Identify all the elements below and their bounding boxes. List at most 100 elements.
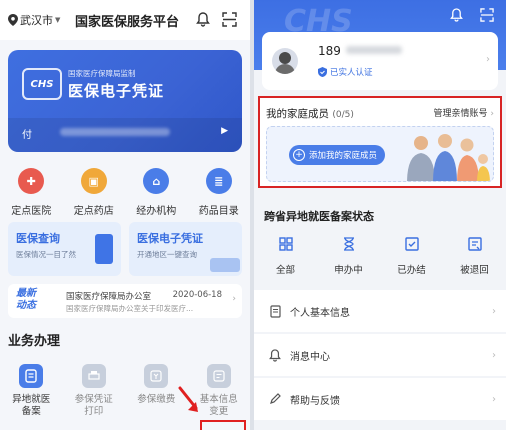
service-label-line: 基本信息 <box>199 394 238 405</box>
add-family-label: 添加我的家庭成员 <box>309 151 378 161</box>
status-label: 被退回 <box>460 265 489 276</box>
service-label-line: 备案 <box>21 406 41 417</box>
status-returned[interactable]: 被退回 <box>447 234 503 276</box>
scan-icon[interactable] <box>480 8 494 22</box>
phone-blurred <box>346 46 402 54</box>
pharmacy-icon: ▣ <box>80 168 107 194</box>
filing-icon <box>19 364 44 388</box>
hospital-icon: ✚ <box>18 168 45 194</box>
promo-subtitle: 开通地区一键查询 <box>137 250 197 259</box>
promo-title: 医保电子凭证 <box>137 232 203 245</box>
promo-subtitle: 医保情况一目了然 <box>16 250 76 259</box>
pay-code-blurred <box>60 128 170 136</box>
service-payment[interactable]: 参保缴费 <box>127 364 185 418</box>
service-label-line: 参保凭证 <box>74 394 113 405</box>
service-label-line: 参保缴费 <box>137 394 176 405</box>
quick-action-label: 药品目录 <box>198 206 239 217</box>
promo-title: 医保查询 <box>16 232 60 245</box>
chevron-right-icon: › <box>486 54 490 65</box>
promo-insurance-query[interactable]: 医保查询 医保情况一目了然 <box>8 222 121 276</box>
status-label: 申办中 <box>334 265 363 276</box>
card-issuer: 国家医疗保障局监制 <box>68 69 136 78</box>
manage-family-link[interactable]: 管理亲情账号 › <box>434 106 495 119</box>
agency-icon: ⌂ <box>143 168 170 194</box>
chs-logo: CHS <box>22 68 62 100</box>
news-date: 2020-06-18 <box>172 290 222 300</box>
service-label: 参保缴费 <box>137 394 175 406</box>
phone-number: 189 <box>318 44 341 58</box>
chevron-right-icon: › <box>232 294 236 304</box>
avatar <box>272 48 298 74</box>
chevron-right-icon: › <box>492 349 496 361</box>
news-headline: 国家医疗保障局办公室 <box>66 292 152 302</box>
location-selector[interactable]: 武汉市 ▼ <box>8 12 60 28</box>
news-badge-line: 最新 <box>16 288 36 299</box>
home-screen: 武汉市 ▼ 国家医保服务平台 CHS 国家医疗保障局监制 医保电子凭证 付 ▶ … <box>0 0 250 430</box>
service-label-line: 打印 <box>84 406 104 417</box>
menu-help-feedback[interactable]: 帮助与反馈 › <box>254 378 506 420</box>
chevron-right-icon: › <box>490 109 494 119</box>
news-summary: 国家医疗保障局办公室关于印发医疗... <box>66 304 194 313</box>
map-illustration <box>210 258 240 272</box>
quick-actions: ✚ 定点医院 ▣ 定点药店 ⌂ 经办机构 ≣ 药品目录 <box>0 168 250 217</box>
returned-icon <box>465 234 485 254</box>
done-icon <box>402 234 422 254</box>
filing-status-tabs: 全部 申办中 已办结 被退回 <box>254 234 506 276</box>
menu-label: 个人基本信息 <box>290 307 350 319</box>
plus-icon: + <box>293 149 305 161</box>
quick-action-hospital[interactable]: ✚ 定点医院 <box>2 168 60 217</box>
section-title: 业务办理 <box>8 334 61 349</box>
menu-message-center[interactable]: 消息中心 › <box>254 334 506 376</box>
status-all[interactable]: 全部 <box>258 234 314 276</box>
status-in-progress[interactable]: 申办中 <box>321 234 377 276</box>
service-label-line: 异地就医 <box>12 394 51 405</box>
family-title-text: 我的家庭成员 <box>266 108 329 120</box>
menu-personal-info[interactable]: 个人基本信息 › <box>254 290 506 332</box>
quick-action-pharmacy[interactable]: ▣ 定点药店 <box>65 168 123 217</box>
quick-action-agency[interactable]: ⌂ 经办机构 <box>127 168 185 217</box>
manage-family-label: 管理亲情账号 <box>433 109 488 119</box>
status-label: 已办结 <box>397 265 426 276</box>
service-grid: 异地就医 备案 参保凭证 打印 参保缴费 基本信息 变更 <box>0 364 250 418</box>
card-title: 医保电子凭证 <box>68 82 165 100</box>
service-cross-region-filing[interactable]: 异地就医 备案 <box>2 364 60 418</box>
news-banner[interactable]: 最新 动态 国家医疗保障局办公室 2020-06-18 国家医疗保障局办公室关于… <box>8 284 242 318</box>
status-completed[interactable]: 已办结 <box>384 234 440 276</box>
bell-icon[interactable] <box>196 12 210 27</box>
menu-label: 帮助与反馈 <box>290 395 340 407</box>
add-family-member-button[interactable]: + 添加我的家庭成员 <box>289 145 386 165</box>
pen-icon <box>268 392 282 406</box>
service-print-certificate[interactable]: 参保凭证 打印 <box>65 364 123 418</box>
pay-label: 付 <box>22 130 32 141</box>
medical-ecard[interactable]: CHS 国家医疗保障局监制 医保电子凭证 付 ▶ <box>8 50 242 152</box>
family-count: (0/5) <box>332 110 354 120</box>
profile-doc-icon <box>268 304 282 318</box>
service-label-line: 变更 <box>209 406 229 417</box>
grid-icon <box>276 234 296 254</box>
quick-action-label: 定点医院 <box>11 206 52 217</box>
info-change-icon <box>206 364 231 388</box>
top-bar: 武汉市 ▼ 国家医保服务平台 <box>0 0 250 40</box>
phone-illustration <box>95 234 113 264</box>
scan-icon[interactable] <box>222 12 237 27</box>
payment-icon <box>144 364 169 388</box>
chevron-down-icon: ▼ <box>55 16 61 24</box>
play-arrow-icon[interactable]: ▶ <box>221 126 228 136</box>
family-title: 我的家庭成员 (0/5) <box>266 106 354 121</box>
family-members-panel: 我的家庭成员 (0/5) 管理亲情账号 › + 添加我的家庭成员 <box>258 96 502 188</box>
profile-card[interactable]: 189 已实人认证 › <box>262 32 498 90</box>
bell-icon[interactable] <box>450 8 463 22</box>
cross-region-title: 跨省异地就医备案状态 <box>264 210 374 223</box>
verified-badge: 已实人认证 <box>318 66 373 78</box>
profile-screen: CHS 189 已实人认证 › 我的家庭成员 (0/5) 管理亲情账号 › + … <box>254 0 506 430</box>
service-label: 基本信息 变更 <box>200 394 238 418</box>
shield-check-icon <box>318 67 327 77</box>
service-label: 异地就医 备案 <box>12 394 50 418</box>
quick-action-drug-catalog[interactable]: ≣ 药品目录 <box>190 168 248 217</box>
service-label: 参保凭证 打印 <box>75 394 113 418</box>
quick-action-label: 经办机构 <box>136 206 177 217</box>
bell-icon <box>268 348 282 362</box>
news-badge: 最新 动态 <box>16 288 36 312</box>
promo-ecard[interactable]: 医保电子凭证 开通地区一键查询 <box>129 222 242 276</box>
highlight-box <box>200 420 246 430</box>
